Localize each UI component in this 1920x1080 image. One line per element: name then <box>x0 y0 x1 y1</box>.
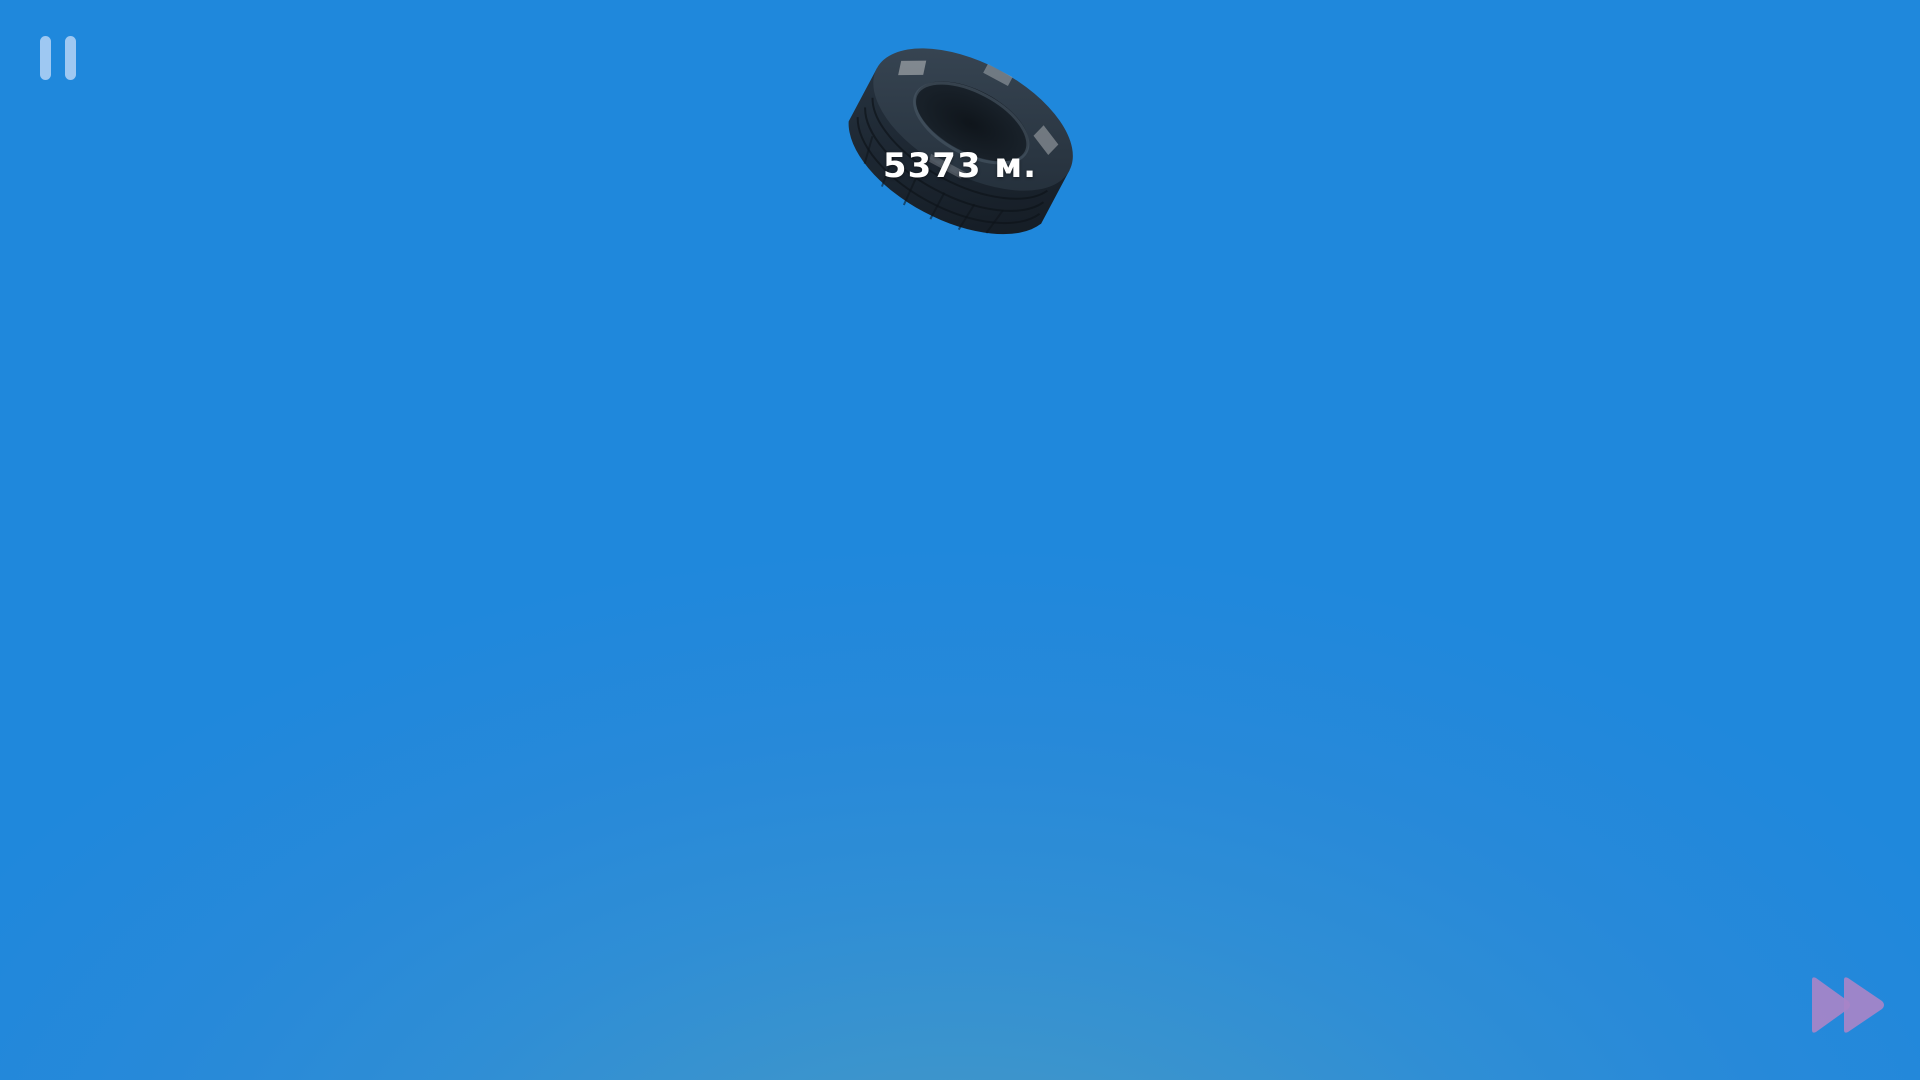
fast-forward-icon <box>1812 977 1884 1033</box>
game-scene: 5373 м. <box>0 0 1920 1080</box>
distance-counter: 5373 м. <box>882 146 1038 186</box>
pause-button[interactable] <box>36 34 80 84</box>
pause-icon <box>40 36 76 80</box>
fast-forward-button[interactable] <box>1808 974 1888 1036</box>
